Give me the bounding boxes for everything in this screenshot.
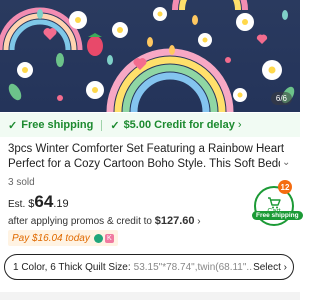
after-promos-text: after applying promos & credit to	[8, 216, 152, 227]
cart-free-shipping-tag: Free shipping	[252, 211, 303, 220]
free-shipping-item[interactable]: ✓ Free shipping	[8, 119, 93, 132]
product-title[interactable]: 3pcs Winter Comforter Set Featuring a Ra…	[8, 142, 284, 172]
variant-selector[interactable]: 1 Color, 6 Thick Quilt Size: 53.15"*78.7…	[4, 254, 294, 280]
chevron-down-icon[interactable]: ⌄	[282, 157, 290, 168]
price-dollars: 64	[34, 192, 54, 211]
check-icon: ✓	[110, 119, 120, 132]
section-divider	[0, 292, 300, 300]
credit-for-delay-label: $5.00 Credit for delay	[123, 119, 235, 131]
price: Est. $ 64 .19	[8, 192, 69, 212]
cart-count-badge: 12	[278, 180, 292, 194]
check-icon: ✓	[8, 119, 18, 132]
after-promos-amount: $127.60	[154, 215, 195, 227]
product-title-line-1: 3pcs Winter Comforter Set Featuring a Ra…	[8, 143, 284, 155]
select-button[interactable]: Select ›	[253, 262, 287, 273]
credit-for-delay-item[interactable]: ✓ $5.00 Credit for delay ›	[110, 119, 241, 132]
afterpay-icon	[93, 233, 103, 243]
shipping-benefits-bar[interactable]: ✓ Free shipping ✓ $5.00 Credit for delay…	[0, 113, 300, 137]
chevron-right-icon: ›	[237, 119, 242, 131]
comforter-pattern-illustration	[0, 0, 295, 112]
price-cents: .19	[53, 198, 69, 210]
variant-selection-text: 1 Color, 6 Thick Quilt Size:	[13, 261, 131, 273]
variant-size-value: 53.15"*78.74",twin(68.11"...	[133, 261, 252, 273]
free-shipping-label: Free shipping	[21, 119, 94, 131]
price-est-label: Est.	[8, 199, 26, 210]
select-label: Select	[253, 261, 281, 273]
sold-count: 3 sold	[8, 177, 35, 188]
chevron-right-icon: ›	[197, 216, 201, 227]
product-image[interactable]: 6/6	[0, 0, 300, 112]
pay-later-badge[interactable]: Pay $16.04 today K	[8, 230, 118, 246]
after-promos-info[interactable]: after applying promos & credit to $127.6…	[8, 215, 201, 227]
product-title-line-2: Perfect for a Cozy Cartoon Boho Style. T…	[8, 158, 280, 170]
klarna-icon: K	[104, 233, 114, 243]
divider	[101, 119, 103, 131]
image-page-indicator: 6/6	[270, 92, 292, 105]
chevron-right-icon: ›	[283, 261, 287, 273]
pay-later-text: Pay $16.04 today	[12, 232, 90, 244]
